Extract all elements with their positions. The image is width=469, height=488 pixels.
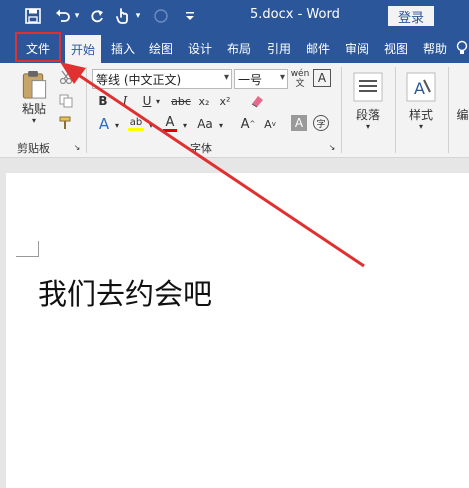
enclose-characters-button[interactable]: 字 bbox=[313, 115, 329, 131]
underline-button[interactable]: U bbox=[140, 93, 154, 109]
login-button[interactable]: 登录 bbox=[388, 6, 434, 26]
text-effects-button[interactable]: A bbox=[96, 115, 112, 133]
shrink-font-label: A bbox=[264, 117, 272, 131]
tab-view[interactable]: 视图 bbox=[379, 33, 413, 63]
svg-text:A: A bbox=[414, 79, 425, 98]
tab-review[interactable]: 审阅 bbox=[340, 33, 374, 63]
group-divider bbox=[395, 67, 396, 153]
margin-corner-mark bbox=[16, 241, 39, 257]
font-name-dropdown-icon[interactable]: ▾ bbox=[224, 72, 229, 83]
font-size-value: 一号 bbox=[238, 72, 263, 87]
tab-draw[interactable]: 绘图 bbox=[144, 33, 178, 63]
change-case-dropdown-icon[interactable]: ▾ bbox=[217, 117, 225, 133]
document-canvas: 我们去约会吧 bbox=[0, 158, 469, 488]
phonetic-char: 文 bbox=[295, 79, 305, 89]
editing-partial-label: 编 bbox=[456, 108, 469, 122]
document-body-text[interactable]: 我们去约会吧 bbox=[38, 271, 212, 313]
paste-label: 粘贴 bbox=[21, 102, 46, 116]
italic-button[interactable]: I bbox=[118, 93, 132, 109]
phonetic-guide-label: wén bbox=[290, 69, 310, 79]
font-launcher-icon[interactable]: ↘ bbox=[327, 142, 337, 152]
shrink-font-button[interactable]: Av bbox=[261, 115, 279, 133]
styles-button[interactable]: A 样式 ▾ bbox=[403, 69, 439, 133]
font-color-swatch bbox=[163, 129, 177, 132]
redo-icon[interactable] bbox=[88, 6, 106, 26]
superscript-button[interactable]: x² bbox=[216, 93, 234, 109]
text-effects-dropdown-icon[interactable]: ▾ bbox=[113, 117, 121, 133]
character-border-button[interactable]: A bbox=[313, 69, 331, 87]
undo-icon[interactable] bbox=[54, 6, 72, 26]
tab-help[interactable]: 帮助 bbox=[418, 33, 452, 63]
ribbon-tab-bar: 文件 开始 插入 绘图 设计 布局 引用 邮件 审阅 视图 帮助 bbox=[0, 33, 469, 63]
ribbon-home: 粘贴 ▾ 剪贴板 ↘ 等线 (中文正文) ▾ 一号 ▾ wén 文 A B I … bbox=[0, 63, 469, 158]
save-icon[interactable] bbox=[24, 6, 42, 26]
underline-dropdown-icon[interactable]: ▾ bbox=[154, 93, 162, 109]
touch-mode-icon[interactable] bbox=[114, 6, 132, 26]
character-shading-button[interactable]: A bbox=[291, 115, 307, 131]
format-painter-icon[interactable] bbox=[58, 115, 74, 131]
copy-icon[interactable] bbox=[58, 93, 74, 109]
group-divider bbox=[86, 67, 87, 153]
clear-formatting-icon[interactable] bbox=[248, 93, 266, 109]
grow-font-button[interactable]: A ^ bbox=[239, 115, 257, 133]
tab-insert[interactable]: 插入 bbox=[106, 33, 140, 63]
editing-button-partial[interactable]: 编 bbox=[456, 69, 469, 133]
circle-icon[interactable] bbox=[152, 6, 170, 26]
paste-button[interactable]: 粘贴 ▾ bbox=[16, 69, 52, 125]
font-color-label: A bbox=[165, 115, 175, 130]
tab-references[interactable]: 引用 bbox=[262, 33, 296, 63]
font-name-value: 等线 (中文正文) bbox=[96, 72, 182, 87]
styles-label: 样式 bbox=[408, 107, 433, 122]
group-divider bbox=[341, 67, 342, 153]
font-name-combo[interactable]: 等线 (中文正文) ▾ bbox=[92, 69, 232, 89]
tab-layout[interactable]: 布局 bbox=[222, 33, 256, 63]
lightbulb-icon[interactable] bbox=[454, 33, 469, 63]
file-tab-highlight-box bbox=[15, 32, 61, 62]
font-size-combo[interactable]: 一号 ▾ bbox=[234, 69, 288, 89]
tab-mailings[interactable]: 邮件 bbox=[301, 33, 335, 63]
tab-home[interactable]: 开始 bbox=[65, 35, 101, 63]
font-color-button[interactable]: A bbox=[161, 115, 179, 133]
grow-font-label: A bbox=[240, 116, 250, 132]
tab-design[interactable]: 设计 bbox=[183, 33, 217, 63]
document-page[interactable]: 我们去约会吧 bbox=[6, 173, 469, 488]
styles-dropdown-icon[interactable]: ▾ bbox=[419, 122, 423, 131]
highlight-color-button[interactable]: ab bbox=[126, 115, 146, 133]
phonetic-guide-button[interactable]: wén 文 bbox=[290, 67, 310, 91]
paragraph-button[interactable]: 段落 ▾ bbox=[350, 69, 386, 133]
highlight-swatch bbox=[128, 128, 144, 131]
cut-icon[interactable] bbox=[58, 69, 74, 85]
highlight-label: ab bbox=[129, 117, 143, 128]
bold-button[interactable]: B bbox=[96, 93, 110, 109]
paragraph-dropdown-icon[interactable]: ▾ bbox=[366, 122, 370, 131]
highlight-dropdown-icon[interactable]: ▾ bbox=[147, 117, 155, 133]
subscript-button[interactable]: x₂ bbox=[195, 93, 213, 109]
title-bar: ▾ ▾ 5.docx - Word 登录 bbox=[0, 0, 469, 33]
font-color-dropdown-icon[interactable]: ▾ bbox=[181, 117, 189, 133]
touch-dropdown-icon[interactable]: ▾ bbox=[134, 6, 142, 26]
clipboard-launcher-icon[interactable]: ↘ bbox=[72, 142, 82, 152]
font-group-label: 字体 bbox=[190, 142, 212, 155]
undo-dropdown-icon[interactable]: ▾ bbox=[73, 6, 81, 26]
strikethrough-button[interactable]: abc bbox=[169, 93, 193, 109]
document-title: 5.docx - Word bbox=[250, 7, 340, 22]
clipboard-group-label: 剪贴板 bbox=[17, 142, 50, 155]
font-size-dropdown-icon[interactable]: ▾ bbox=[280, 72, 285, 83]
group-divider bbox=[448, 67, 449, 153]
paragraph-label: 段落 bbox=[355, 107, 380, 122]
paste-dropdown-icon[interactable]: ▾ bbox=[32, 117, 36, 125]
customize-toolbar-icon[interactable] bbox=[184, 6, 196, 26]
character-border-label: A bbox=[317, 71, 327, 85]
change-case-button[interactable]: Aa bbox=[194, 115, 216, 133]
